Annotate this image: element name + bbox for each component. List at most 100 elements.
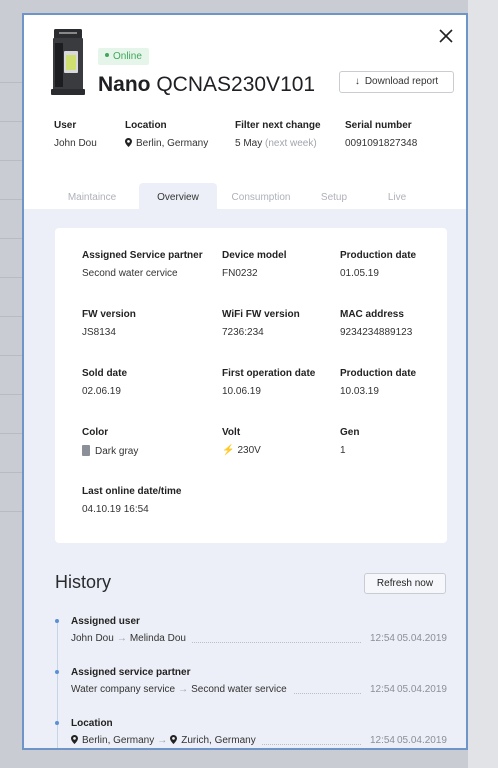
timeline-line bbox=[57, 619, 58, 748]
field-value: 7236:234 bbox=[222, 327, 264, 338]
info-value: 5 May (next week) bbox=[235, 138, 321, 149]
field-label: MAC address bbox=[340, 309, 404, 320]
bg-divider bbox=[0, 511, 22, 512]
bg-divider bbox=[0, 355, 22, 356]
bg-divider bbox=[0, 472, 22, 473]
location-pin-icon bbox=[125, 138, 132, 147]
download-label: Download report bbox=[364, 76, 439, 87]
field-label: FW version bbox=[82, 309, 136, 320]
info-serial: Serial number 0091091827348 bbox=[345, 120, 417, 149]
field-value: 10.03.19 bbox=[340, 386, 379, 397]
info-value: Berlin, Germany bbox=[125, 138, 208, 149]
location-text: Berlin, Germany bbox=[136, 138, 209, 149]
info-label: Serial number bbox=[345, 120, 412, 131]
field-label: Production date bbox=[340, 368, 417, 379]
field-label: WiFi FW version bbox=[222, 309, 300, 320]
device-name: Nano bbox=[98, 73, 151, 96]
download-arrow-icon: ↓ bbox=[354, 76, 360, 87]
location-pin-icon bbox=[170, 735, 178, 744]
bg-divider bbox=[0, 121, 22, 122]
tab-overview[interactable]: Overview bbox=[139, 183, 217, 210]
bg-divider bbox=[0, 316, 22, 317]
device-title: Nano QCNAS230V101 bbox=[98, 73, 315, 97]
arrow-right-icon: → bbox=[157, 735, 168, 746]
info-location: Location Berlin, Germany bbox=[125, 120, 208, 149]
field-device-model: Device model FN0232 bbox=[222, 250, 286, 279]
bg-right-column bbox=[468, 0, 498, 768]
field-wifi-fw-version: WiFi FW version 7236:234 bbox=[222, 309, 300, 338]
filter-date: 5 May bbox=[235, 138, 263, 149]
field-label: Device model bbox=[222, 250, 287, 261]
field-value: ⚡ 230V bbox=[222, 445, 261, 456]
field-value: Second water cervice bbox=[82, 268, 178, 279]
bg-divider bbox=[0, 199, 22, 200]
field-value: 04.10.19 16:54 bbox=[82, 504, 149, 515]
refresh-now-button[interactable]: Refresh now bbox=[364, 573, 446, 594]
field-color: Color Dark gray bbox=[82, 427, 138, 457]
bg-divider bbox=[0, 238, 22, 239]
color-swatch bbox=[82, 445, 90, 456]
field-mac-address: MAC address 9234234889123 bbox=[340, 309, 412, 338]
info-label: User bbox=[54, 120, 77, 131]
info-user: User John Dou bbox=[54, 120, 97, 149]
history-item-title: Location bbox=[71, 718, 113, 729]
field-volt: Volt ⚡ 230V bbox=[222, 427, 261, 456]
tab-live[interactable]: Live bbox=[372, 183, 422, 210]
bg-divider bbox=[0, 394, 22, 395]
device-model-code: QCNAS230V101 bbox=[156, 73, 316, 96]
close-icon[interactable] bbox=[437, 27, 455, 45]
field-first-operation-date: First operation date 10.06.19 bbox=[222, 368, 315, 397]
history-time: 12:54 bbox=[369, 735, 395, 746]
timeline-dot bbox=[55, 619, 59, 623]
field-label: Color bbox=[82, 427, 109, 438]
arrow-right-icon: → bbox=[116, 633, 127, 644]
info-label: Filter next change bbox=[235, 120, 321, 131]
filter-note: (next week) bbox=[265, 138, 317, 149]
location-pin-icon bbox=[71, 735, 78, 744]
bg-divider bbox=[0, 160, 22, 161]
online-dot bbox=[105, 53, 109, 58]
field-label: First operation date bbox=[222, 368, 316, 379]
field-gen: Gen 1 bbox=[340, 427, 359, 456]
arrow-right-icon: → bbox=[178, 684, 189, 695]
field-value: 01.05.19 bbox=[340, 268, 379, 279]
tab-setup[interactable]: Setup bbox=[308, 183, 360, 210]
overview-card: Assigned Service partner Second water ce… bbox=[55, 228, 447, 543]
history-item-row: Berlin, Germany → Zurich, Germany 12:54 05… bbox=[71, 735, 447, 748]
history-title: History bbox=[55, 572, 112, 592]
info-label: Location bbox=[125, 120, 167, 131]
change-to: Melinda Dou bbox=[129, 633, 186, 644]
history-item-change: John Dou → Melinda Dou bbox=[71, 633, 192, 644]
tab-bar: Maintaince Overview Consumption Setup Li… bbox=[24, 183, 466, 210]
history-item-row: John Dou → Melinda Dou 12:54 05.04.2019 bbox=[71, 633, 447, 647]
history-time: 12:54 bbox=[369, 684, 395, 695]
lightning-bolt-icon: ⚡ bbox=[222, 445, 235, 456]
history-date: 05.04.2019 bbox=[396, 633, 447, 644]
field-fw-version: FW version JS8134 bbox=[82, 309, 136, 338]
field-label: Sold date bbox=[82, 368, 128, 379]
field-value: 10.06.19 bbox=[222, 386, 261, 397]
timeline-dot bbox=[55, 721, 59, 725]
bg-divider bbox=[0, 277, 22, 278]
field-production-date-2: Production date 10.03.19 bbox=[340, 368, 416, 397]
history-date: 05.04.2019 bbox=[396, 684, 447, 695]
bg-divider bbox=[0, 82, 22, 83]
device-detail-panel: Online Nano QCNAS230V101 ↓ Download repor… bbox=[22, 13, 468, 750]
color-text: Dark gray bbox=[95, 446, 139, 457]
field-value: 1 bbox=[340, 445, 346, 456]
field-label: Volt bbox=[222, 427, 241, 438]
change-from: John Dou bbox=[71, 633, 114, 644]
status-badge: Online bbox=[98, 48, 149, 65]
change-from: Water company service bbox=[71, 684, 176, 695]
info-value: John Dou bbox=[54, 138, 97, 149]
history-item-change: Water company service → Second water servi… bbox=[71, 684, 293, 695]
field-value: JS8134 bbox=[82, 327, 116, 338]
download-report-button[interactable]: ↓ Download report bbox=[339, 71, 454, 93]
bg-divider bbox=[0, 433, 22, 434]
tab-consumption[interactable]: Consumption bbox=[224, 183, 298, 210]
info-value: 0091091827348 bbox=[345, 138, 418, 149]
volt-text: 230V bbox=[237, 445, 261, 456]
info-filter: Filter next change 5 May (next week) bbox=[235, 120, 321, 149]
tab-maintaince[interactable]: Maintaince bbox=[54, 183, 130, 210]
change-to: Zurich, Germany bbox=[181, 735, 256, 746]
